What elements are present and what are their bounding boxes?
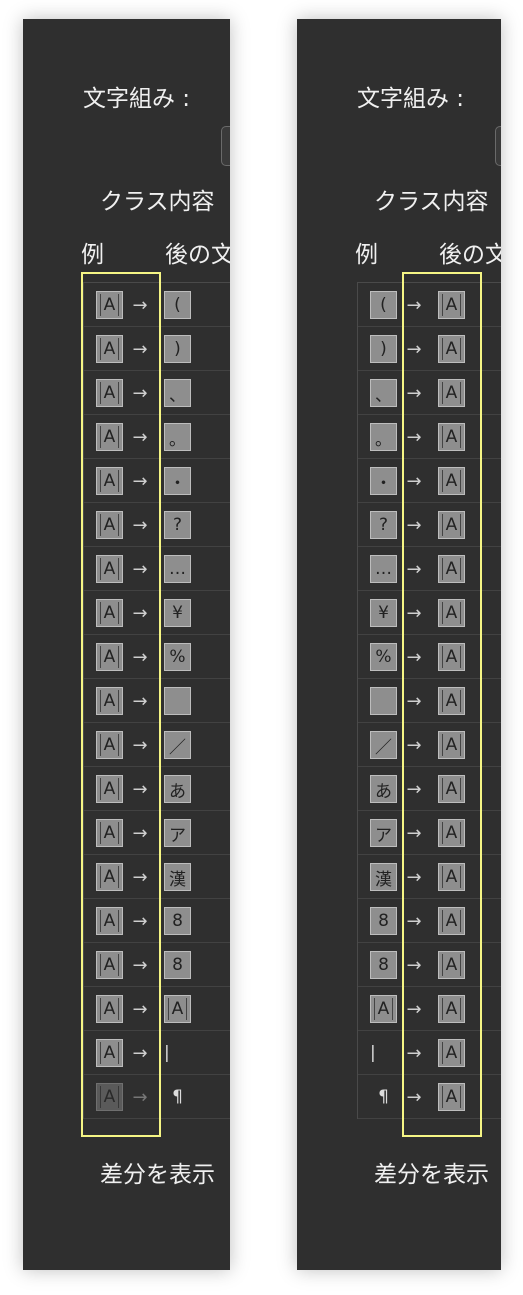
class-char-box — [370, 687, 397, 715]
class-char-box-char: 漢 — [169, 869, 186, 890]
class-char-box: ア — [164, 819, 191, 847]
class-char-box-char: ・ — [169, 473, 186, 494]
heading: 文字組み : — [357, 86, 465, 112]
class-char-box-char: ) — [174, 339, 181, 359]
heading: 文字組み : — [83, 86, 191, 112]
class-char-box: A — [370, 995, 397, 1023]
class-char-box-char: 、 — [375, 385, 392, 406]
class-char-box-char: 漢 — [375, 869, 392, 890]
class-char-box: あ — [164, 775, 191, 803]
show-diff-label: 差分を表示 — [100, 1162, 215, 1188]
class-char-box: ¶ — [370, 1083, 397, 1111]
column-after: 後の文 — [439, 242, 501, 268]
class-char-box: ) — [164, 335, 191, 363]
class-char-box-char: ア — [375, 825, 392, 846]
class-char-box: 。 — [164, 423, 191, 451]
class-char-box-char: ア — [169, 825, 186, 846]
class-char-box-char: ) — [380, 339, 387, 359]
class-char-box: ・ — [370, 467, 397, 495]
class-char-box-char: 8 — [378, 911, 389, 931]
class-char-box: % — [370, 643, 397, 671]
class-char-box: ・ — [164, 467, 191, 495]
class-char-box-char: ／ — [169, 737, 186, 758]
class-char-box: ? — [370, 511, 397, 539]
class-char-box: 8 — [164, 951, 191, 979]
column-example: 例 — [81, 242, 104, 268]
class-char-box-char: 。 — [375, 429, 392, 450]
class-char-box-char: 8 — [172, 955, 183, 975]
class-char-box-char: … — [169, 559, 186, 579]
class-char-box: % — [164, 643, 191, 671]
class-char-box: 8 — [370, 907, 397, 935]
class-char-box: あ — [370, 775, 397, 803]
class-char-box: ¥ — [370, 599, 397, 627]
class-char-box: 8 — [164, 907, 191, 935]
class-char-box-char: あ — [169, 781, 186, 802]
column-example: 例 — [355, 242, 378, 268]
dropdown[interactable] — [221, 126, 230, 166]
class-char-box-char: ／ — [375, 737, 392, 758]
class-char-box: 。 — [370, 423, 397, 451]
class-char-box: … — [164, 555, 191, 583]
class-char-box: | — [370, 1039, 397, 1067]
class-char-box: ) — [370, 335, 397, 363]
class-char-box-char: ・ — [375, 473, 392, 494]
class-char-box-char: | — [370, 1043, 376, 1063]
class-char-box: ¶ — [164, 1083, 191, 1111]
class-char-box-char: … — [375, 559, 392, 579]
class-char-box: ア — [370, 819, 397, 847]
class-content-label: クラス内容 — [374, 189, 489, 215]
class-content-label: クラス内容 — [100, 189, 215, 215]
class-char-box: ( — [370, 291, 397, 319]
show-diff-label: 差分を表示 — [374, 1162, 489, 1188]
highlight-left — [81, 272, 161, 1137]
class-char-box: A — [164, 995, 191, 1023]
class-char-box-char: ( — [380, 295, 387, 315]
class-char-box: ／ — [370, 731, 397, 759]
class-char-box: ? — [164, 511, 191, 539]
class-char-box: 8 — [370, 951, 397, 979]
class-char-box: 漢 — [370, 863, 397, 891]
class-char-box-char: 、 — [169, 385, 186, 406]
class-char-box-char: A — [373, 998, 394, 1020]
class-char-box: 、 — [164, 379, 191, 407]
class-char-box-char: ? — [172, 515, 183, 535]
dropdown[interactable] — [495, 126, 501, 166]
class-char-box-char: % — [375, 647, 392, 667]
class-char-box: ¥ — [164, 599, 191, 627]
class-char-box: ／ — [164, 731, 191, 759]
highlight-right — [402, 272, 482, 1137]
class-char-box-char: 8 — [378, 955, 389, 975]
class-char-box: 漢 — [164, 863, 191, 891]
class-char-box-char: ¶ — [172, 1087, 183, 1107]
class-char-box-char: 。 — [169, 429, 186, 450]
class-char-box-char: あ — [375, 781, 392, 802]
class-char-box — [164, 687, 191, 715]
class-char-box-char: A — [167, 998, 188, 1020]
class-char-box-char: 8 — [172, 911, 183, 931]
class-char-box-char: ¥ — [378, 603, 389, 623]
class-char-box-char: ¥ — [172, 603, 183, 623]
class-char-box-char: ? — [378, 515, 389, 535]
class-char-box: 、 — [370, 379, 397, 407]
class-char-box: ( — [164, 291, 191, 319]
class-char-box: | — [164, 1039, 191, 1067]
class-char-box: … — [370, 555, 397, 583]
class-char-box-char: | — [164, 1043, 170, 1063]
class-char-box-char: ( — [174, 295, 181, 315]
class-char-box-char: % — [169, 647, 186, 667]
class-char-box-char: ¶ — [378, 1087, 389, 1107]
column-after: 後の文 — [165, 242, 230, 268]
